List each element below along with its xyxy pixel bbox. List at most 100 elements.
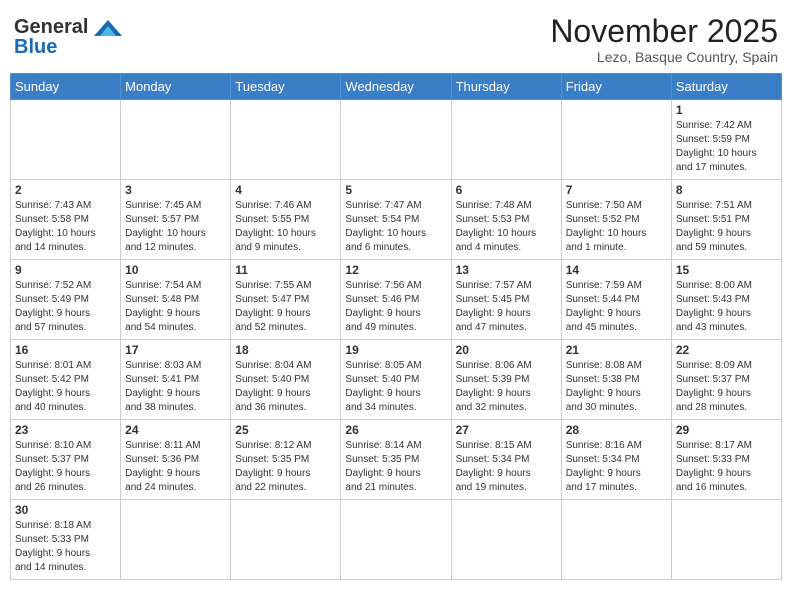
day-number: 23 bbox=[15, 423, 116, 437]
calendar-cell: 16 Sunrise: 8:01 AM Sunset: 5:42 PM Dayli… bbox=[11, 340, 121, 420]
calendar-cell: 10Sunrise: 7:54 AM Sunset: 5:48 PM Dayli… bbox=[121, 260, 231, 340]
calendar-cell bbox=[341, 500, 451, 580]
calendar-cell: 30Sunrise: 8:18 AM Sunset: 5:33 PM Dayli… bbox=[11, 500, 121, 580]
day-number: 7 bbox=[566, 183, 667, 197]
day-info: Sunrise: 8:00 AM Sunset: 5:43 PM Dayligh… bbox=[676, 279, 777, 335]
day-info: Sunrise: 8:09 AM Sunset: 5:37 PM Dayligh… bbox=[676, 359, 777, 415]
calendar-cell: 27Sunrise: 8:15 AM Sunset: 5:34 PM Dayli… bbox=[451, 420, 561, 500]
day-number: 24 bbox=[125, 423, 226, 437]
calendar-cell bbox=[231, 500, 341, 580]
calendar-day-header: Saturday bbox=[671, 74, 781, 100]
day-info: Sunrise: 7:43 AM Sunset: 5:58 PM Dayligh… bbox=[15, 199, 116, 255]
day-number: 18 bbox=[235, 343, 336, 357]
calendar-week-row: 2 Sunrise: 7:43 AM Sunset: 5:58 PM Daylig… bbox=[11, 180, 782, 260]
calendar-cell: 13Sunrise: 7:57 AM Sunset: 5:45 PM Dayli… bbox=[451, 260, 561, 340]
location: Lezo, Basque Country, Spain bbox=[550, 49, 778, 65]
day-number: 4 bbox=[235, 183, 336, 197]
day-number: 11 bbox=[235, 263, 336, 277]
calendar-week-row: 16 Sunrise: 8:01 AM Sunset: 5:42 PM Dayli… bbox=[11, 340, 782, 420]
calendar-cell: 2 Sunrise: 7:43 AM Sunset: 5:58 PM Daylig… bbox=[11, 180, 121, 260]
day-info: Sunrise: 8:04 AM Sunset: 5:40 PM Dayligh… bbox=[235, 359, 336, 415]
calendar-week-row: 1 Sunrise: 7:42 AM Sunset: 5:59 PM Daylig… bbox=[11, 100, 782, 180]
day-info: Sunrise: 7:51 AM Sunset: 5:51 PM Dayligh… bbox=[676, 199, 777, 255]
day-info: Sunrise: 7:55 AM Sunset: 5:47 PM Dayligh… bbox=[235, 279, 336, 335]
day-info: Sunrise: 8:14 AM Sunset: 5:35 PM Dayligh… bbox=[345, 439, 446, 495]
calendar-cell bbox=[451, 100, 561, 180]
logo-icon bbox=[90, 16, 126, 40]
day-info: Sunrise: 7:42 AM Sunset: 5:59 PM Dayligh… bbox=[676, 119, 777, 175]
day-info: Sunrise: 7:46 AM Sunset: 5:55 PM Dayligh… bbox=[235, 199, 336, 255]
day-number: 17 bbox=[125, 343, 226, 357]
day-info: Sunrise: 7:47 AM Sunset: 5:54 PM Dayligh… bbox=[345, 199, 446, 255]
day-number: 22 bbox=[676, 343, 777, 357]
calendar-cell: 19 Sunrise: 8:05 AM Sunset: 5:40 PM Dayli… bbox=[341, 340, 451, 420]
day-number: 21 bbox=[566, 343, 667, 357]
calendar-cell bbox=[231, 100, 341, 180]
day-number: 19 bbox=[345, 343, 446, 357]
calendar-week-row: 23Sunrise: 8:10 AM Sunset: 5:37 PM Dayli… bbox=[11, 420, 782, 500]
day-number: 26 bbox=[345, 423, 446, 437]
calendar-cell: 21Sunrise: 8:08 AM Sunset: 5:38 PM Dayli… bbox=[561, 340, 671, 420]
calendar-cell: 23Sunrise: 8:10 AM Sunset: 5:37 PM Dayli… bbox=[11, 420, 121, 500]
calendar-cell: 3 Sunrise: 7:45 AM Sunset: 5:57 PM Daylig… bbox=[121, 180, 231, 260]
calendar-day-header: Sunday bbox=[11, 74, 121, 100]
calendar-cell bbox=[11, 100, 121, 180]
calendar-cell: 6Sunrise: 7:48 AM Sunset: 5:53 PM Daylig… bbox=[451, 180, 561, 260]
calendar-cell: 15Sunrise: 8:00 AM Sunset: 5:43 PM Dayli… bbox=[671, 260, 781, 340]
calendar-cell: 17 Sunrise: 8:03 AM Sunset: 5:41 PM Dayli… bbox=[121, 340, 231, 420]
day-number: 9 bbox=[15, 263, 116, 277]
title-section: November 2025 Lezo, Basque Country, Spai… bbox=[550, 14, 778, 65]
calendar-cell: 12Sunrise: 7:56 AM Sunset: 5:46 PM Dayli… bbox=[341, 260, 451, 340]
day-info: Sunrise: 7:56 AM Sunset: 5:46 PM Dayligh… bbox=[345, 279, 446, 335]
calendar-cell: 18 Sunrise: 8:04 AM Sunset: 5:40 PM Dayli… bbox=[231, 340, 341, 420]
calendar-header-row: SundayMondayTuesdayWednesdayThursdayFrid… bbox=[11, 74, 782, 100]
day-number: 2 bbox=[15, 183, 116, 197]
day-number: 14 bbox=[566, 263, 667, 277]
calendar-day-header: Thursday bbox=[451, 74, 561, 100]
day-info: Sunrise: 8:11 AM Sunset: 5:36 PM Dayligh… bbox=[125, 439, 226, 495]
day-number: 5 bbox=[345, 183, 446, 197]
calendar-day-header: Monday bbox=[121, 74, 231, 100]
page-header: General Blue November 2025 Lezo, Basque … bbox=[10, 10, 782, 65]
calendar-cell: 24 Sunrise: 8:11 AM Sunset: 5:36 PM Dayli… bbox=[121, 420, 231, 500]
day-number: 1 bbox=[676, 103, 777, 117]
day-number: 6 bbox=[456, 183, 557, 197]
day-number: 8 bbox=[676, 183, 777, 197]
calendar-day-header: Tuesday bbox=[231, 74, 341, 100]
calendar-cell: 9 Sunrise: 7:52 AM Sunset: 5:49 PM Daylig… bbox=[11, 260, 121, 340]
day-number: 25 bbox=[235, 423, 336, 437]
calendar-cell bbox=[341, 100, 451, 180]
calendar-cell: 5 Sunrise: 7:47 AM Sunset: 5:54 PM Daylig… bbox=[341, 180, 451, 260]
calendar-cell: 14Sunrise: 7:59 AM Sunset: 5:44 PM Dayli… bbox=[561, 260, 671, 340]
day-number: 27 bbox=[456, 423, 557, 437]
logo: General Blue bbox=[14, 14, 126, 59]
day-info: Sunrise: 8:03 AM Sunset: 5:41 PM Dayligh… bbox=[125, 359, 226, 415]
calendar-cell: 4 Sunrise: 7:46 AM Sunset: 5:55 PM Daylig… bbox=[231, 180, 341, 260]
day-info: Sunrise: 8:05 AM Sunset: 5:40 PM Dayligh… bbox=[345, 359, 446, 415]
calendar-cell: 22 Sunrise: 8:09 AM Sunset: 5:37 PM Dayli… bbox=[671, 340, 781, 420]
day-info: Sunrise: 8:01 AM Sunset: 5:42 PM Dayligh… bbox=[15, 359, 116, 415]
calendar-table: SundayMondayTuesdayWednesdayThursdayFrid… bbox=[10, 73, 782, 580]
day-number: 29 bbox=[676, 423, 777, 437]
day-info: Sunrise: 7:45 AM Sunset: 5:57 PM Dayligh… bbox=[125, 199, 226, 255]
calendar-cell bbox=[121, 500, 231, 580]
month-title: November 2025 bbox=[550, 14, 778, 49]
day-info: Sunrise: 8:12 AM Sunset: 5:35 PM Dayligh… bbox=[235, 439, 336, 495]
day-number: 28 bbox=[566, 423, 667, 437]
day-info: Sunrise: 8:16 AM Sunset: 5:34 PM Dayligh… bbox=[566, 439, 667, 495]
logo-blue-text: Blue bbox=[14, 36, 57, 59]
day-number: 16 bbox=[15, 343, 116, 357]
calendar-day-header: Friday bbox=[561, 74, 671, 100]
calendar-cell: 1 Sunrise: 7:42 AM Sunset: 5:59 PM Daylig… bbox=[671, 100, 781, 180]
day-number: 10 bbox=[125, 263, 226, 277]
day-number: 3 bbox=[125, 183, 226, 197]
calendar-cell bbox=[561, 500, 671, 580]
calendar-cell: 8 Sunrise: 7:51 AM Sunset: 5:51 PM Daylig… bbox=[671, 180, 781, 260]
day-info: Sunrise: 8:18 AM Sunset: 5:33 PM Dayligh… bbox=[15, 519, 116, 575]
calendar-cell bbox=[561, 100, 671, 180]
calendar-day-header: Wednesday bbox=[341, 74, 451, 100]
calendar-cell bbox=[121, 100, 231, 180]
calendar-cell: 26 Sunrise: 8:14 AM Sunset: 5:35 PM Dayli… bbox=[341, 420, 451, 500]
day-info: Sunrise: 7:52 AM Sunset: 5:49 PM Dayligh… bbox=[15, 279, 116, 335]
calendar-cell: 29Sunrise: 8:17 AM Sunset: 5:33 PM Dayli… bbox=[671, 420, 781, 500]
